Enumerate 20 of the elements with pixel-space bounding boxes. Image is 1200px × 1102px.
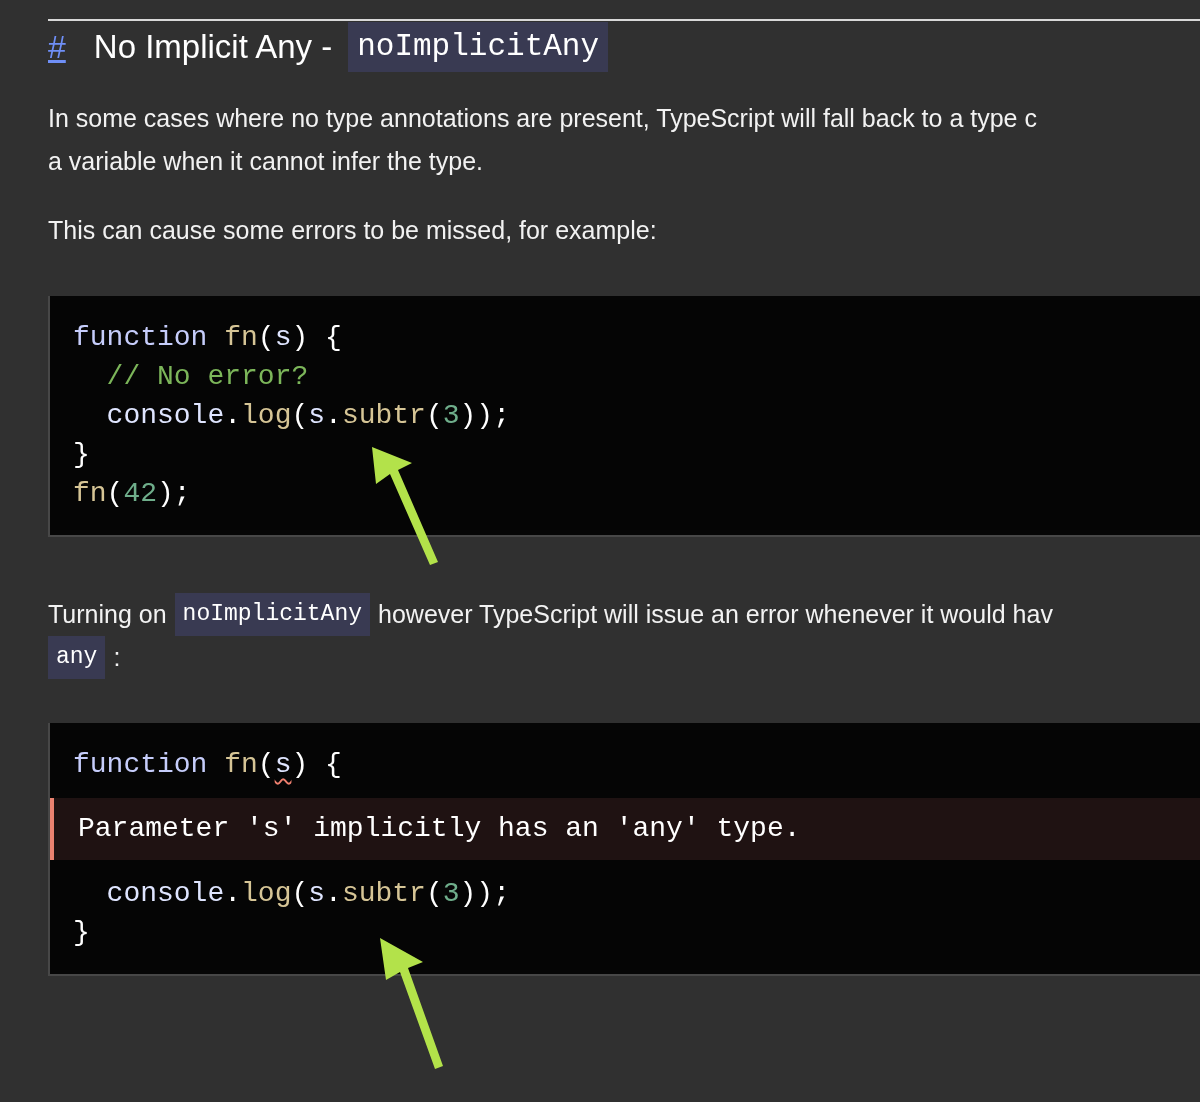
paragraph-text: Turning on [48, 598, 167, 630]
code-line: function fn(s) { [72, 748, 343, 782]
code-line: fn(42); [72, 477, 192, 511]
inline-code: noImplicitAny [174, 593, 371, 636]
inline-code: any [48, 636, 106, 679]
code-line: console.log(s.subtr(3)); [105, 877, 511, 911]
paragraph-text: : [113, 641, 121, 673]
code-line: function fn(s) { [72, 321, 343, 355]
paragraph-text: This can cause some errors to be missed, for example: [48, 214, 657, 246]
section-heading: No Implicit Any - [93, 27, 333, 68]
paragraph-text: In some cases where no type annotations are present, TypeScript will fall back to a type c [48, 102, 1037, 134]
code-line: console.log(s.subtr(3)); [105, 399, 511, 433]
code-line: } [72, 438, 91, 472]
anchor-link[interactable]: # [48, 23, 66, 71]
error-message: Parameter 's' implicitly has an 'any' type. [50, 798, 1200, 860]
code-line: } [72, 916, 91, 950]
paragraph-text: however TypeScript will issue an error whenever it would hav [378, 598, 1053, 630]
code-line: // No error? [105, 360, 310, 394]
paragraph-text: a variable when it cannot infer the type. [48, 145, 483, 177]
inline-code: noImplicitAny [348, 21, 609, 73]
